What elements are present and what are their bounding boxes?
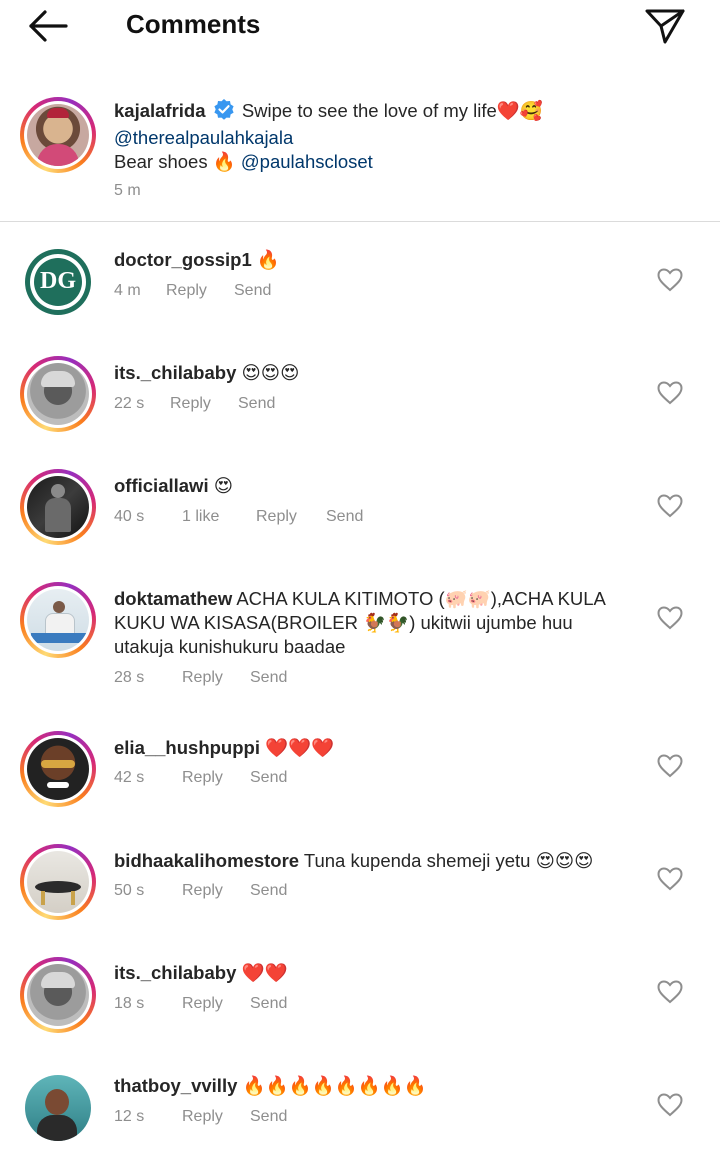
reply-button[interactable]: Reply [182, 882, 250, 900]
avatar[interactable] [20, 844, 96, 920]
comment-text: its._chilababy 😍😍😍 [114, 361, 634, 385]
send-button[interactable]: Send [250, 1108, 287, 1126]
caption-line1: Swipe to see the love of my life❤️🥰 [241, 100, 543, 121]
comment-username[interactable]: its._chilababy [114, 962, 236, 983]
caption-mention-paulahscloset[interactable]: @paulahscloset [241, 151, 373, 172]
comment-body: Tuna kupenda shemeji yetu 😍😍😍 [299, 850, 594, 871]
avatar[interactable] [20, 356, 96, 432]
comment-meta: 28 s Reply Send [114, 669, 287, 687]
comment-timestamp: 28 s [114, 669, 145, 686]
avatar[interactable] [20, 469, 96, 545]
avatar[interactable]: DG [20, 244, 96, 320]
comment-timestamp: 22 s [114, 395, 145, 412]
like-button[interactable] [656, 866, 684, 892]
reply-button[interactable]: Reply [166, 282, 234, 300]
like-button[interactable] [656, 493, 684, 519]
back-button[interactable] [26, 8, 72, 44]
send-button[interactable]: Send [250, 669, 287, 687]
comment-text: doktamathew ACHA KULA KITIMOTO (🐖🐖),ACHA… [114, 587, 634, 659]
comment-meta: 12 s Reply Send [114, 1108, 287, 1126]
caption-username[interactable]: kajalafrida [114, 100, 206, 121]
share-button[interactable] [640, 2, 690, 48]
comment-text: doctor_gossip1 🔥 [114, 248, 634, 272]
reply-button[interactable]: Reply [182, 1108, 250, 1126]
comment-body: 😍😍😍 [236, 362, 300, 383]
like-button[interactable] [656, 267, 684, 293]
paper-plane-icon [645, 9, 685, 44]
like-button[interactable] [656, 979, 684, 1005]
avatar[interactable] [20, 582, 96, 658]
comment-meta: 4 m Reply Send [114, 282, 271, 300]
comment-meta: 22 s Reply Send [114, 395, 275, 413]
reply-button[interactable]: Reply [182, 669, 250, 687]
comment-text: thatboy_vvilly 🔥🔥🔥🔥🔥🔥🔥🔥 [114, 1074, 634, 1098]
heart-icon [657, 1093, 683, 1117]
top-bar: Comments [0, 0, 720, 52]
comment-timestamp: 4 m [114, 282, 141, 299]
comment-timestamp: 50 s [114, 882, 145, 899]
post-caption: kajalafrida Swipe to see the love of my … [0, 88, 720, 222]
comment-username[interactable]: elia__hushpuppi [114, 737, 260, 758]
avatar-monogram: DG [40, 268, 76, 294]
comment-body: 🔥 [251, 249, 280, 270]
verified-badge-icon [213, 98, 235, 126]
reply-button[interactable]: Reply [182, 769, 250, 787]
comment-text: elia__hushpuppi ❤️❤️❤️ [114, 736, 634, 760]
like-button[interactable] [656, 1092, 684, 1118]
comment-username[interactable]: officiallawi [114, 475, 209, 496]
arrow-left-icon [29, 10, 68, 42]
send-button[interactable]: Send [234, 282, 271, 300]
like-button[interactable] [656, 380, 684, 406]
send-button[interactable]: Send [326, 508, 363, 526]
like-count[interactable]: 1 like [182, 508, 256, 526]
caption-text: kajalafrida Swipe to see the love of my … [114, 98, 634, 174]
heart-icon [657, 381, 683, 405]
reply-button[interactable]: Reply [182, 995, 250, 1013]
heart-icon [657, 980, 683, 1004]
send-button[interactable]: Send [250, 882, 287, 900]
caption-avatar[interactable] [20, 97, 96, 173]
comment-text: bidhaakalihomestore Tuna kupenda shemeji… [114, 849, 634, 873]
reply-button[interactable]: Reply [170, 395, 238, 413]
heart-icon [657, 754, 683, 778]
heart-icon [657, 867, 683, 891]
like-button[interactable] [656, 605, 684, 631]
comment-body: ❤️❤️ [236, 962, 288, 983]
comment-body: 🔥🔥🔥🔥🔥🔥🔥🔥 [237, 1075, 427, 1096]
heart-icon [657, 606, 683, 630]
comment-timestamp: 12 s [114, 1108, 145, 1125]
comment-meta: 50 s Reply Send [114, 882, 287, 900]
comment-body: 😍 [208, 475, 234, 496]
comment-username[interactable]: thatboy_vvilly [114, 1075, 237, 1096]
comment-meta: 42 s Reply Send [114, 769, 287, 787]
comment-timestamp: 18 s [114, 995, 145, 1012]
reply-button[interactable]: Reply [256, 508, 326, 526]
send-button[interactable]: Send [250, 995, 287, 1013]
caption-line3: Bear shoes 🔥 [114, 151, 241, 172]
comment-username[interactable]: doktamathew [114, 588, 232, 609]
send-button[interactable]: Send [250, 769, 287, 787]
heart-icon [657, 268, 683, 292]
send-button[interactable]: Send [238, 395, 275, 413]
avatar[interactable] [20, 957, 96, 1033]
like-button[interactable] [656, 753, 684, 779]
comment-username[interactable]: doctor_gossip1 [114, 249, 252, 270]
avatar[interactable] [20, 731, 96, 807]
comment-meta: 18 s Reply Send [114, 995, 287, 1013]
caption-mention-paulahkajala[interactable]: @therealpaulahkajala [114, 127, 293, 148]
comment-timestamp: 42 s [114, 769, 145, 786]
comment-timestamp: 40 s [114, 508, 145, 525]
heart-icon [657, 494, 683, 518]
page-title: Comments [126, 9, 261, 39]
caption-meta: 5 m [114, 182, 141, 200]
comment-body: ❤️❤️❤️ [259, 737, 335, 758]
avatar[interactable] [20, 1070, 96, 1146]
comment-meta: 40 s 1 like Reply Send [114, 508, 363, 526]
caption-timestamp: 5 m [114, 182, 141, 199]
divider [0, 221, 720, 222]
comment-username[interactable]: bidhaakalihomestore [114, 850, 299, 871]
comment-text: its._chilababy ❤️❤️ [114, 961, 634, 985]
comment-username[interactable]: its._chilababy [114, 362, 236, 383]
comment-text: officiallawi 😍 [114, 474, 634, 498]
